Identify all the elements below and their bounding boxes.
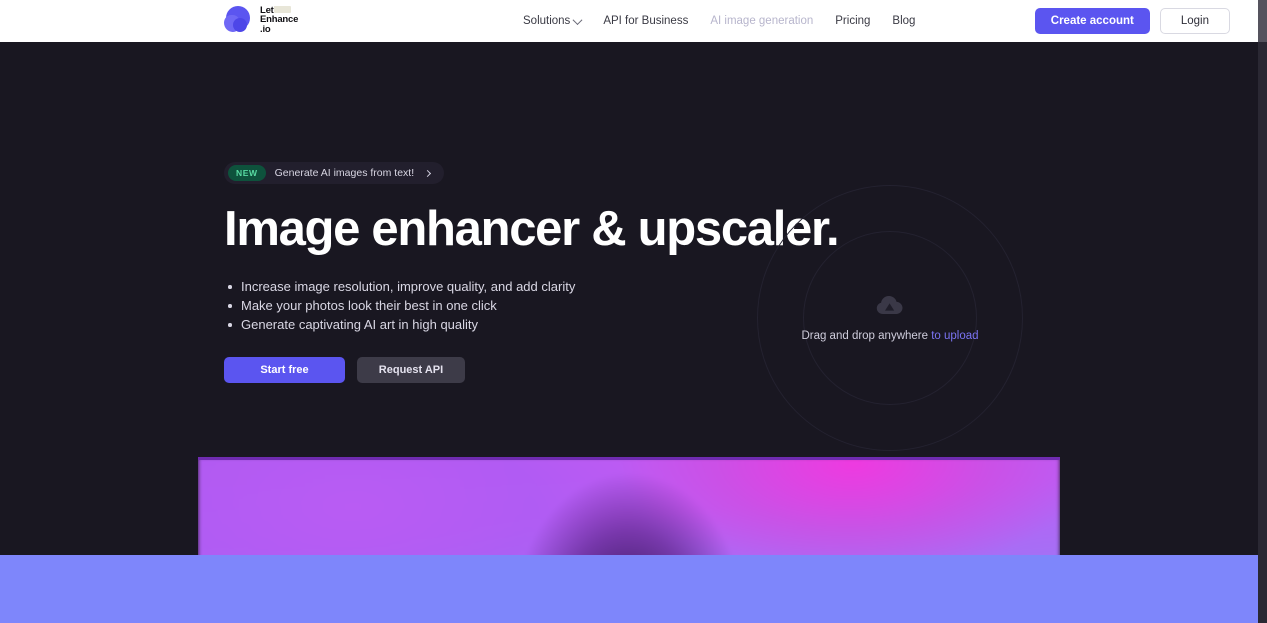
hero-announcement-text: Generate AI images from text! xyxy=(274,167,415,179)
nav-item-api-for-business[interactable]: API for Business xyxy=(592,15,699,27)
request-api-button[interactable]: Request API xyxy=(357,357,465,383)
nav-item-api-for-business-label: API for Business xyxy=(603,15,689,27)
start-free-button[interactable]: Start free xyxy=(224,357,345,383)
showcase-top-edge xyxy=(198,457,1060,460)
dropzone-content: Drag and drop anywhere to upload xyxy=(757,185,1023,451)
create-account-button[interactable]: Create account xyxy=(1034,8,1150,34)
browser-viewport: Let's Enhance .io Solutions API for Busi… xyxy=(0,0,1258,623)
hero-section: NEW Generate AI images from text! Image … xyxy=(0,42,1258,457)
brand-logo[interactable]: Let's Enhance .io xyxy=(224,5,298,35)
header-actions: Create account Login xyxy=(1034,0,1230,42)
chevron-down-icon xyxy=(572,14,583,25)
nav-item-blog-label: Blog xyxy=(892,15,916,27)
page-root: Let's Enhance .io Solutions API for Busi… xyxy=(0,0,1267,623)
hero-feature-list: Increase image resolution, improve quali… xyxy=(224,277,744,334)
status-badge: NEW xyxy=(228,165,266,181)
lets-enhance-blob-logo-icon xyxy=(224,5,254,35)
nav-item-ai-image-generation-label: AI image generation xyxy=(710,15,814,27)
hero-cta-group: Start free Request API xyxy=(224,357,744,383)
hero-copy: NEW Generate AI images from text! Image … xyxy=(224,162,840,383)
nav-item-pricing-label: Pricing xyxy=(835,15,871,27)
page-title: Image enhancer & upscaler. xyxy=(224,202,840,256)
upload-link[interactable]: to upload xyxy=(931,330,978,342)
cloud-upload-icon xyxy=(876,296,903,314)
site-header: Let's Enhance .io Solutions API for Busi… xyxy=(0,0,1258,42)
nav-item-solutions[interactable]: Solutions xyxy=(512,14,592,27)
dropzone-static-text: Drag and drop anywhere xyxy=(801,330,929,342)
primary-nav: Solutions API for Business AI image gene… xyxy=(512,0,926,42)
nav-item-ai-image-generation[interactable]: AI image generation xyxy=(699,15,824,27)
upload-dropzone[interactable]: Drag and drop anywhere to upload xyxy=(757,185,1023,451)
brand-line-3: .io xyxy=(260,23,271,35)
dropzone-text: Drag and drop anywhere to upload xyxy=(801,330,978,342)
login-button[interactable]: Login xyxy=(1159,8,1230,34)
list-item: Increase image resolution, improve quali… xyxy=(224,277,744,296)
nav-item-solutions-label: Solutions xyxy=(523,15,571,27)
list-item: Generate captivating AI art in high qual… xyxy=(224,315,744,334)
hero-announcement-pill[interactable]: NEW Generate AI images from text! xyxy=(224,162,445,184)
brand-badge-mark xyxy=(274,6,291,13)
chevron-right-icon xyxy=(424,169,432,177)
list-item: Make your photos look their best in one … xyxy=(224,296,744,315)
nav-item-pricing[interactable]: Pricing xyxy=(824,15,881,27)
footer-color-band xyxy=(0,555,1258,623)
nav-item-blog[interactable]: Blog xyxy=(881,15,926,27)
scrollbar-thumb[interactable] xyxy=(1258,0,1267,42)
page-scrollbar[interactable] xyxy=(1258,0,1267,623)
